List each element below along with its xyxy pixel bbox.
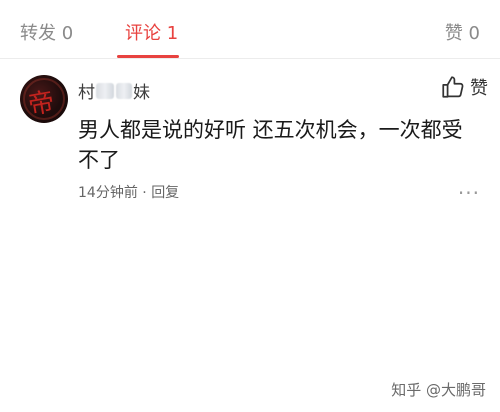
blurred-name-segment <box>116 82 132 99</box>
thumbs-up-icon <box>442 76 464 98</box>
meta-separator: · <box>137 185 152 201</box>
more-options-icon[interactable]: ··· <box>458 183 480 203</box>
avatar[interactable]: 帝 <box>20 75 68 123</box>
like-label: 赞 <box>470 78 488 99</box>
comment-time: 14分钟前 <box>78 185 138 201</box>
active-tab-indicator <box>117 55 179 58</box>
username-part: 妹 <box>133 83 150 103</box>
tab-comment[interactable]: 评论 1 <box>125 19 178 45</box>
comment-text: 男人都是说的好听 还五次机会，一次都受不了 <box>78 118 463 172</box>
watermark: 知乎 @大鹏哥 <box>391 381 486 399</box>
tab-bar: 转发 0 评论 1 赞 0 <box>0 0 500 59</box>
like-button[interactable]: 赞 <box>440 74 488 100</box>
tab-like[interactable]: 赞 0 <box>445 19 480 45</box>
comment-item: 帝 村 妹 赞 男人都是说的好听 还五次机会，一次都受不了 14分钟前 · 回复… <box>0 60 500 230</box>
username[interactable]: 村 妹 <box>78 78 150 103</box>
comment-meta: 14分钟前 · 回复 <box>78 182 179 202</box>
tab-repost[interactable]: 转发 0 <box>20 19 73 45</box>
reply-link[interactable]: 回复 <box>151 185 179 201</box>
username-part: 村 <box>78 83 95 103</box>
blurred-name-segment <box>96 82 114 99</box>
